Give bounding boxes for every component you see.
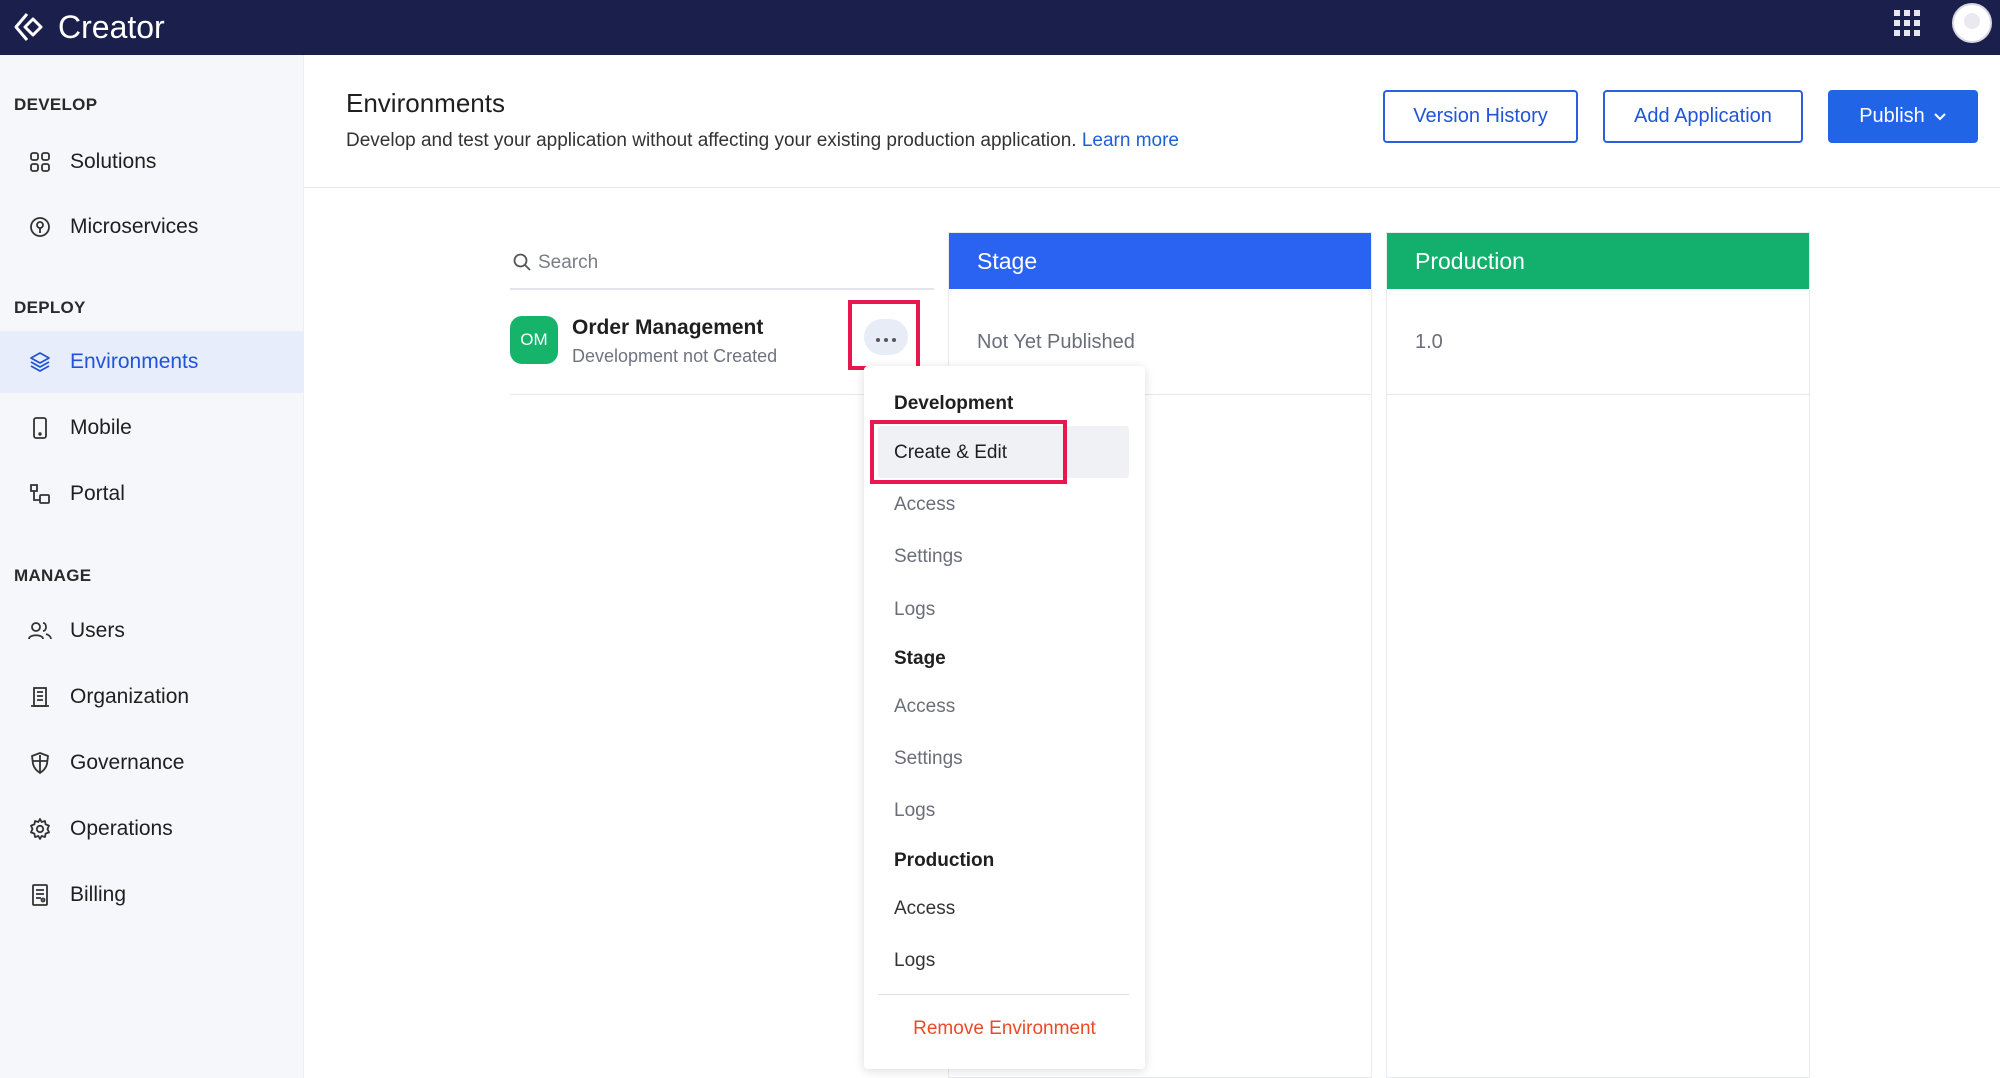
top-bar: Creator [0,0,2000,55]
sidebar-item-label: Solutions [70,150,157,173]
page-title: Environments [346,88,505,118]
menu-item-dev-access[interactable]: Access [894,494,955,516]
more-actions-button[interactable] [864,319,908,355]
version-history-button[interactable]: Version History [1383,90,1578,143]
microservices-icon [26,213,54,241]
menu-item-stage-access[interactable]: Access [894,696,955,718]
production-header: Production [1387,233,1809,289]
more-horizontal-icon [875,326,897,349]
sidebar-item-solutions[interactable]: Solutions [0,131,304,193]
sidebar-item-mobile[interactable]: Mobile [0,397,304,459]
mobile-icon [26,414,54,442]
application-status: Development not Created [572,346,778,366]
search-input[interactable]: Search [510,238,934,290]
menu-item-stage-logs[interactable]: Logs [894,800,935,822]
stage-value: Not Yet Published [977,331,1135,353]
sidebar-item-label: Users [70,619,125,642]
menu-heading-production: Production [894,850,995,871]
description-text: Develop and test your application withou… [346,130,1077,151]
sidebar-item-users[interactable]: Users [0,600,304,662]
sidebar-item-billing[interactable]: Billing [0,864,304,926]
billing-icon [26,881,54,909]
remove-environment-button[interactable]: Remove Environment [864,1018,1145,1040]
brand[interactable]: Creator [12,6,165,48]
page-description: Develop and test your application withou… [346,130,1179,152]
publish-label: Publish [1859,105,1925,127]
search-icon [512,252,532,272]
user-avatar-icon[interactable] [1952,3,1992,43]
learn-more-link[interactable]: Learn more [1082,130,1179,151]
layers-icon [26,348,54,376]
stage-header: Stage [949,233,1371,289]
header-divider [304,187,2000,188]
application-name: Order Management [572,316,764,339]
section-manage: MANAGE [14,566,92,585]
publish-button[interactable]: Publish [1828,90,1978,143]
sidebar-item-microservices[interactable]: Microservices [0,196,304,258]
shield-icon [26,749,54,777]
production-column: Production 1.0 [1386,232,1810,1078]
sidebar-item-label: Mobile [70,416,132,439]
sidebar-item-label: Operations [70,817,173,840]
app-initials-badge: OM [510,316,558,364]
production-value: 1.0 [1415,331,1443,353]
sidebar: DEVELOP Solutions Microservices DEPLOY E… [0,55,304,1078]
menu-heading-development: Development [894,393,1014,414]
sidebar-item-environments[interactable]: Environments [0,331,304,393]
menu-divider [878,994,1129,995]
menu-heading-stage: Stage [894,648,946,669]
production-cell[interactable]: 1.0 [1387,289,1809,395]
creator-logo-icon [12,9,48,45]
gear-icon [26,815,54,843]
sidebar-item-label: Microservices [70,215,199,238]
create-edit-highlight [870,420,1067,484]
menu-item-prod-access[interactable]: Access [894,898,955,920]
sidebar-item-label: Governance [70,751,185,774]
app-grid-icon[interactable] [1894,10,1920,36]
sidebar-item-portal[interactable]: Portal [0,463,304,525]
building-icon [26,683,54,711]
chevron-down-icon [1933,109,1947,125]
menu-item-dev-logs[interactable]: Logs [894,599,935,621]
sidebar-item-label: Billing [70,883,127,906]
sidebar-item-organization[interactable]: Organization [0,666,304,728]
menu-item-stage-settings[interactable]: Settings [894,748,963,770]
environment-actions-menu: Development Create & Edit Access Setting… [864,366,1145,1069]
sidebar-item-governance[interactable]: Governance [0,732,304,794]
sidebar-item-label: Organization [70,685,190,708]
grid-icon [26,148,54,176]
sidebar-item-label: Portal [70,482,125,505]
users-icon [26,617,54,645]
section-develop: DEVELOP [14,95,98,114]
add-application-button[interactable]: Add Application [1603,90,1803,143]
sidebar-item-operations[interactable]: Operations [0,798,304,860]
menu-item-prod-logs[interactable]: Logs [894,950,935,972]
menu-item-dev-settings[interactable]: Settings [894,546,963,568]
search-placeholder: Search [538,252,599,273]
section-deploy: DEPLOY [14,298,86,317]
sidebar-item-label: Environments [70,350,199,373]
app-name: Creator [58,8,165,45]
portal-icon [26,480,54,508]
